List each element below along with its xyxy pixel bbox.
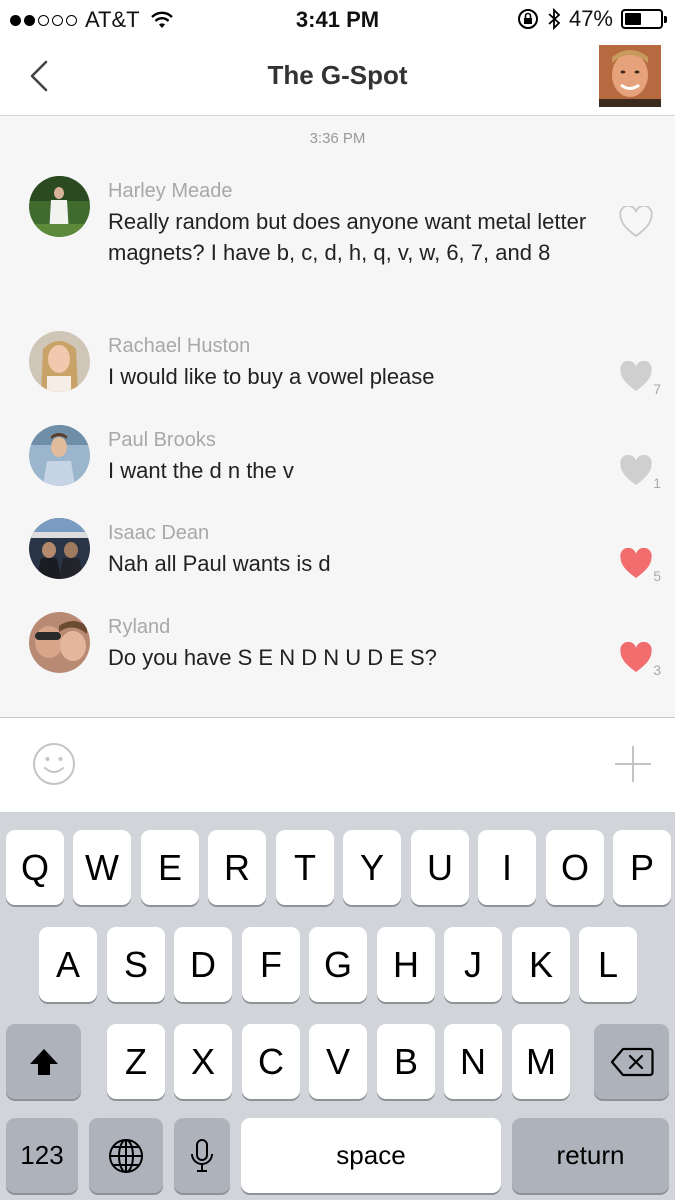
- key-w[interactable]: W: [73, 830, 131, 905]
- group-avatar[interactable]: [599, 45, 661, 107]
- battery-icon: [621, 9, 667, 29]
- avatar[interactable]: [29, 518, 90, 579]
- heart-filled-icon: [620, 641, 652, 672]
- message-input-bar[interactable]: [0, 718, 675, 812]
- shift-icon: [29, 1048, 58, 1075]
- like-count: 3: [653, 662, 661, 678]
- like-button[interactable]: [619, 360, 653, 393]
- key-b[interactable]: B: [377, 1024, 435, 1099]
- delete-icon: [610, 1047, 654, 1076]
- message-timestamp: 3:36 PM: [309, 130, 366, 147]
- key-y[interactable]: Y: [343, 830, 401, 905]
- key-s[interactable]: S: [107, 927, 165, 1002]
- message-list[interactable]: 3:36 PM Harley Meade Really random but d…: [0, 116, 675, 718]
- keyboard: Q W E R T Y U I O P A S D F G H J K L Z …: [0, 812, 675, 1200]
- message-text: Nah all Paul wants is d: [108, 551, 331, 576]
- key-m[interactable]: M: [512, 1024, 570, 1099]
- battery-percent: 47%: [568, 6, 613, 31]
- key-l[interactable]: L: [579, 927, 637, 1002]
- like-count: 5: [653, 568, 661, 584]
- avatar[interactable]: [29, 176, 90, 237]
- back-button[interactable]: [22, 56, 62, 96]
- key-o[interactable]: O: [546, 830, 604, 905]
- message-sender: Ryland: [108, 616, 171, 638]
- key-q[interactable]: Q: [6, 830, 64, 905]
- heart-filled-icon: [620, 547, 652, 578]
- key-g[interactable]: G: [309, 927, 367, 1002]
- message-text: I would like to buy a vowel please: [108, 364, 435, 389]
- key-h[interactable]: H: [377, 927, 435, 1002]
- key-v[interactable]: V: [309, 1024, 367, 1099]
- avatar[interactable]: [29, 612, 90, 673]
- key-e[interactable]: E: [141, 830, 199, 905]
- key-t[interactable]: T: [276, 830, 334, 905]
- add-attachment-button[interactable]: [613, 744, 653, 784]
- like-count: 7: [653, 381, 661, 397]
- heart-icon: [620, 360, 652, 391]
- key-n[interactable]: N: [444, 1024, 502, 1099]
- key-j[interactable]: J: [444, 927, 502, 1002]
- chevron-left-icon: [30, 60, 48, 92]
- key-z[interactable]: Z: [107, 1024, 165, 1099]
- globe-key[interactable]: [89, 1118, 163, 1193]
- status-bar: AT&T 3:41 PM 47%: [0, 0, 675, 38]
- delete-key[interactable]: [594, 1024, 669, 1099]
- numbers-key[interactable]: 123: [6, 1118, 78, 1193]
- smiley-icon: [33, 743, 75, 785]
- like-count: 1: [653, 475, 661, 491]
- key-p[interactable]: P: [613, 830, 671, 905]
- key-k[interactable]: K: [512, 927, 570, 1002]
- message-text: Do you have S E N D N U D E S?: [108, 645, 437, 670]
- like-button[interactable]: [619, 454, 653, 487]
- message-sender: Rachael Huston: [108, 335, 251, 357]
- return-key[interactable]: return: [512, 1118, 669, 1193]
- message-sender: Paul Brooks: [108, 429, 216, 451]
- plus-icon: [615, 746, 651, 782]
- rotation-lock-icon: [517, 9, 538, 29]
- like-button[interactable]: [619, 204, 653, 238]
- message-sender: Isaac Dean: [108, 522, 210, 544]
- globe-icon: [109, 1138, 143, 1173]
- shift-key[interactable]: [6, 1024, 81, 1099]
- message-text: Really random but does anyone want metal…: [108, 209, 587, 265]
- nav-bar: The G-Spot: [0, 38, 675, 116]
- key-u[interactable]: U: [411, 830, 469, 905]
- bluetooth-icon: [548, 7, 561, 31]
- like-button[interactable]: [619, 547, 653, 580]
- avatar[interactable]: [29, 425, 90, 486]
- key-x[interactable]: X: [174, 1024, 232, 1099]
- chat-title: The G-Spot: [267, 60, 408, 90]
- dictation-key[interactable]: [174, 1118, 230, 1193]
- avatar[interactable]: [29, 331, 90, 392]
- key-r[interactable]: R: [208, 830, 266, 905]
- like-button[interactable]: [619, 641, 653, 674]
- key-i[interactable]: I: [478, 830, 536, 905]
- space-key[interactable]: space: [241, 1118, 501, 1193]
- heart-outline-icon: [619, 204, 653, 238]
- avatar-photo: [599, 45, 661, 107]
- message-sender: Harley Meade: [108, 180, 233, 202]
- key-d[interactable]: D: [174, 927, 232, 1002]
- emoji-button[interactable]: [32, 742, 76, 786]
- message-text: I want the d n the v: [108, 458, 294, 483]
- key-f[interactable]: F: [242, 927, 300, 1002]
- key-a[interactable]: A: [39, 927, 97, 1002]
- heart-icon: [620, 454, 652, 485]
- key-c[interactable]: C: [242, 1024, 300, 1099]
- microphone-icon: [191, 1138, 213, 1172]
